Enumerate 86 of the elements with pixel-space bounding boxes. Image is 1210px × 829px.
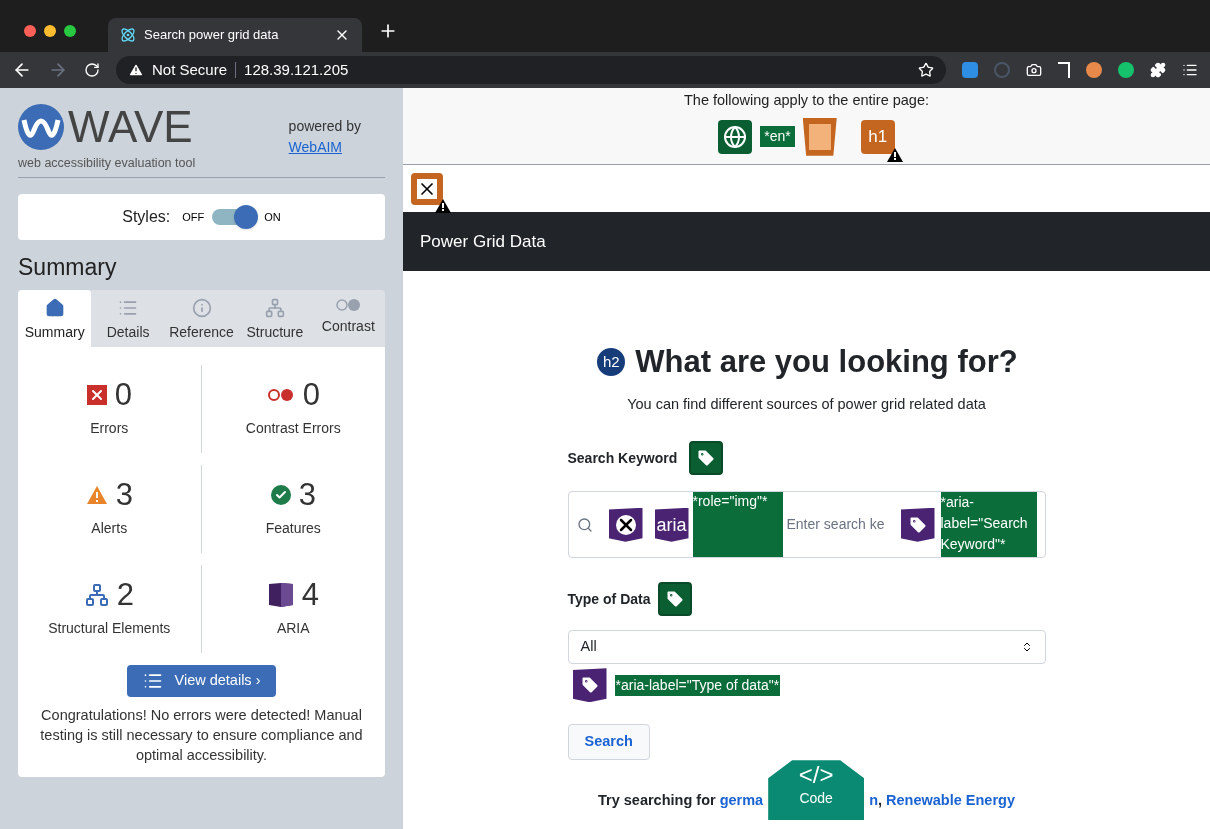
search-button[interactable]: Search — [567, 724, 650, 761]
panel-tab[interactable]: Structure — [238, 290, 312, 348]
powered-by-text: powered by — [288, 117, 361, 136]
aria-label-icon — [900, 507, 935, 542]
congratulations-message: Congratulations! No errors were detected! Manual testing is still necessary to ensure compliance and optimal accessibility. — [39, 706, 364, 766]
contrast-error-icon — [266, 387, 295, 402]
alert-icon — [608, 507, 643, 542]
wave-logo-text: WAVE — [68, 105, 193, 149]
type-select[interactable]: All — [567, 630, 1046, 665]
warning-icon — [85, 484, 108, 505]
reload-icon[interactable] — [84, 62, 100, 78]
wave-tagline: web accessibility evaluation tool — [18, 155, 196, 172]
warning-icon — [435, 198, 451, 213]
separator-text: , — [878, 791, 883, 811]
label-tag-icon — [689, 441, 724, 476]
stat-count: 0 — [302, 379, 320, 411]
home-icon — [44, 298, 65, 319]
stat-count: 0 — [114, 379, 132, 411]
contrast-icon — [335, 298, 362, 313]
panel-tab[interactable]: Details — [91, 290, 165, 348]
entire-page-note: The following apply to the entire page: — [683, 91, 930, 110]
view-details-button[interactable]: View details › — [126, 665, 277, 698]
summary-heading: Summary — [18, 252, 118, 282]
warning-icon — [886, 147, 903, 162]
label-tag-icon — [658, 582, 693, 617]
panel-tab[interactable]: Summary — [18, 290, 92, 348]
bookmark-star-icon[interactable] — [918, 62, 934, 78]
search-keyword-label: Search Keyword — [567, 448, 678, 468]
language-tag: *en* — [760, 126, 795, 148]
stat-count: 4 — [301, 579, 319, 611]
stat-count: 2 — [116, 579, 134, 611]
aria-label-icon — [572, 668, 607, 703]
language-icon — [718, 119, 753, 154]
off-label: OFF — [182, 209, 205, 225]
page-subtitle: You can find different sources of power grid related data — [627, 394, 986, 414]
stat-label: Alerts — [91, 519, 128, 539]
missing-title-icon — [802, 117, 837, 156]
url-text: 128.39.121.205 — [244, 59, 350, 80]
search-icon — [576, 516, 593, 533]
stat-label: Contrast Errors — [245, 419, 341, 439]
hierarchy-icon — [84, 582, 109, 607]
close-window-control[interactable] — [24, 25, 36, 37]
panel-tab[interactable]: Reference — [164, 290, 239, 348]
image-alert-icon — [411, 172, 443, 205]
camera-icon[interactable] — [1026, 62, 1042, 78]
tab-title: Search power grid data — [144, 26, 280, 45]
page-heading: What are you looking for? — [635, 343, 1018, 381]
type-aria-note: *aria-label="Type of data"* — [614, 674, 781, 696]
code-toggle-button[interactable]: </> Code — [768, 760, 865, 821]
role-note: *role="img"* — [692, 492, 783, 558]
security-label: Not Secure — [152, 59, 228, 80]
h2-badge: h2 — [595, 346, 628, 379]
extensions-icon[interactable] — [1150, 62, 1166, 78]
stat-label: Structural Elements — [48, 619, 171, 639]
suggestion-link[interactable]: germa — [719, 790, 764, 812]
navbar-title: Power Grid Data — [420, 230, 546, 253]
wave-logo-icon — [18, 104, 64, 150]
suggestion-link[interactable]: Renewable Energy — [886, 790, 1015, 812]
reading-list-icon[interactable] — [1182, 62, 1198, 78]
stat-count: 3 — [115, 479, 133, 511]
search-aria-note: *aria-label="Search Keyword"* — [940, 492, 1037, 558]
error-icon — [86, 384, 107, 405]
hierarchy-icon — [264, 298, 285, 319]
info-icon — [191, 298, 212, 319]
stat-label: Errors — [90, 419, 129, 439]
stat-label: Features — [265, 519, 321, 539]
address-bar[interactable]: Not Secure 128.39.121.205 — [116, 56, 946, 84]
warning-icon — [128, 62, 144, 78]
styles-label: Styles: — [122, 206, 171, 227]
type-of-data-label: Type of Data — [567, 589, 651, 609]
aria-badge: aria — [654, 507, 689, 542]
maximize-window-control[interactable] — [64, 25, 76, 37]
search-field[interactable]: aria *role="img"* Enter search ke *aria-label="Search Keyword"* — [567, 491, 1046, 559]
webaim-link[interactable]: WebAIM — [288, 137, 361, 158]
extension-icon[interactable] — [1118, 62, 1134, 78]
panel-tab[interactable]: Contrast — [311, 290, 386, 348]
browser-tab[interactable]: Search power grid data — [108, 18, 362, 52]
stat-label: ARIA — [276, 619, 310, 639]
on-label: ON — [264, 209, 281, 225]
aria-icon — [267, 581, 294, 608]
heading-alert-badge: h1 — [860, 119, 895, 154]
minimize-window-control[interactable] — [44, 25, 56, 37]
stat-count: 3 — [298, 479, 316, 511]
check-icon — [270, 484, 291, 505]
try-searching-text: Try searching for — [598, 791, 716, 811]
react-logo-icon — [120, 27, 136, 43]
